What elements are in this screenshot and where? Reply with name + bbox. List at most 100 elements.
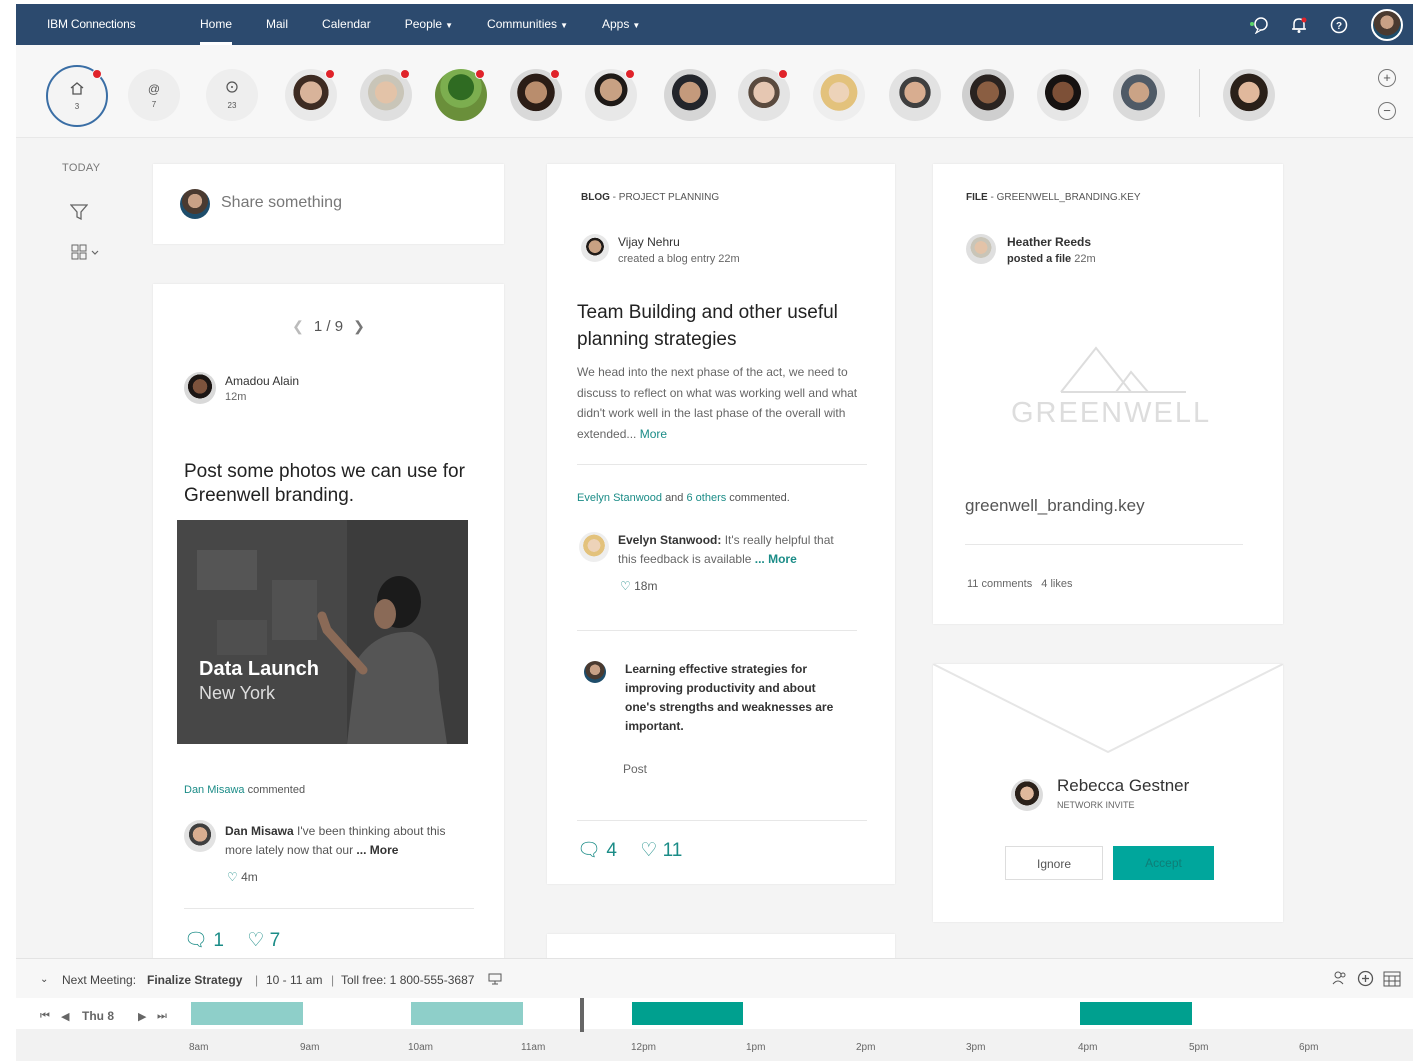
divider — [577, 820, 867, 821]
zoom-out-icon[interactable]: − — [1378, 102, 1396, 120]
more-link[interactable]: More — [640, 427, 667, 441]
mentions-tile[interactable]: @ 7 — [128, 69, 180, 121]
share-input[interactable]: Share something — [221, 194, 342, 212]
commenter-avatar[interactable] — [184, 820, 216, 852]
post-meta: created a blog entry 22m — [618, 253, 740, 265]
accept-button[interactable]: Accept — [1113, 846, 1214, 880]
comment-icon[interactable]: 🗨︎ — [577, 840, 601, 861]
chevron-down-icon[interactable]: ⌄ — [40, 974, 48, 985]
last-day-icon[interactable]: ⏭︎ — [157, 1010, 167, 1023]
next-arrow-icon[interactable]: ❯ — [353, 318, 365, 334]
next-day-icon[interactable]: ▶︎ — [138, 1010, 146, 1023]
author-name[interactable]: Heather Reeds — [1007, 235, 1091, 249]
person-avatar[interactable] — [889, 69, 941, 121]
notification-dot — [325, 69, 335, 79]
bell-icon[interactable] — [1289, 15, 1309, 35]
commenter-avatar[interactable] — [579, 532, 609, 562]
author-avatar[interactable] — [581, 234, 609, 262]
grid-view-icon[interactable] — [71, 244, 101, 263]
person-avatar[interactable] — [435, 69, 487, 121]
logo-text: GREENWELL — [1011, 397, 1212, 429]
comment-activity: Dan Misawa commented — [184, 784, 306, 796]
person-avatar[interactable] — [1223, 69, 1275, 121]
busy-slot[interactable] — [191, 1002, 303, 1025]
commenter-link[interactable]: Dan Misawa — [184, 784, 245, 796]
toll-free: Toll free: 1 800-555-3687 — [341, 973, 475, 987]
meeting-slot[interactable] — [1080, 1002, 1192, 1025]
person-avatar[interactable] — [813, 69, 865, 121]
reply-text[interactable]: Learning effective strategies for improv… — [625, 660, 835, 736]
prev-day-icon[interactable]: ◀︎ — [61, 1010, 69, 1023]
chevron-down-icon: ▼ — [632, 21, 641, 30]
more-link[interactable]: ... More — [755, 552, 797, 566]
inviter-name[interactable]: Rebecca Gestner — [1057, 776, 1189, 796]
main-nav: Home Mail Calendar People ▼ Communities ▼ … — [200, 4, 674, 45]
add-event-icon[interactable] — [1357, 970, 1374, 990]
user-avatar — [180, 189, 210, 219]
blog-title[interactable]: Team Building and other useful planning … — [577, 299, 867, 353]
file-preview[interactable]: GREENWELL — [1011, 344, 1211, 434]
post-button[interactable]: Post — [623, 762, 647, 776]
comment-like[interactable]: ♡ 4m — [227, 870, 258, 884]
person-avatar[interactable] — [962, 69, 1014, 121]
nav-apps[interactable]: Apps ▼ — [602, 4, 640, 45]
calendar-grid-icon[interactable] — [1383, 971, 1401, 990]
author-name[interactable]: Vijay Nehru — [618, 235, 680, 249]
person-avatar[interactable] — [510, 69, 562, 121]
person-avatar[interactable] — [360, 69, 412, 121]
person-avatar[interactable] — [285, 69, 337, 121]
person-avatar[interactable] — [585, 69, 637, 121]
ignore-button[interactable]: Ignore — [1005, 846, 1103, 880]
home-tile[interactable]: 3 — [46, 65, 108, 127]
nav-mail[interactable]: Mail — [266, 4, 288, 45]
nav-home[interactable]: Home — [200, 4, 233, 45]
author-avatar[interactable] — [184, 372, 216, 404]
person-avatar[interactable] — [664, 69, 716, 121]
comment-body: Dan Misawa I've been thinking about this… — [225, 824, 446, 857]
nav-people[interactable]: People ▼ — [405, 4, 453, 45]
screen-share-icon[interactable] — [488, 973, 502, 988]
chats-tile[interactable]: 23 — [206, 69, 258, 121]
filter-icon[interactable] — [69, 204, 89, 225]
zoom-in-icon[interactable]: + — [1378, 69, 1396, 87]
comment-count: 4 — [606, 840, 617, 861]
meeting-link[interactable]: Finalize Strategy — [147, 973, 242, 987]
photo-image — [177, 520, 468, 744]
photo-subtitle: New York — [199, 683, 276, 703]
notification-dot — [400, 69, 410, 79]
comment-icon[interactable]: 🗨︎ — [184, 930, 208, 951]
heart-icon[interactable]: ♡ — [247, 930, 264, 951]
next-meeting-label: Next Meeting: — [62, 973, 137, 987]
author-avatar[interactable] — [966, 234, 996, 264]
meeting-slot[interactable] — [632, 1002, 743, 1025]
busy-slot[interactable] — [411, 1002, 523, 1025]
file-name[interactable]: greenwell_branding.key — [965, 496, 1145, 516]
comment-like[interactable]: ♡ 18m — [620, 579, 657, 593]
chat-status-icon[interactable] — [1249, 15, 1269, 35]
more-link[interactable]: ... More — [356, 843, 398, 857]
prev-arrow-icon[interactable]: ❮ — [292, 318, 304, 334]
nav-communities[interactable]: Communities ▼ — [487, 4, 568, 45]
user-avatar — [584, 661, 606, 683]
separator: | — [255, 973, 259, 987]
first-day-icon[interactable]: ⏮︎ — [40, 1010, 50, 1023]
inviter-avatar[interactable] — [1011, 779, 1043, 811]
person-avatar[interactable] — [1037, 69, 1089, 121]
help-icon[interactable]: ? — [1329, 15, 1349, 35]
heart-icon[interactable]: ♡ — [640, 840, 657, 861]
author-name[interactable]: Amadou Alain — [225, 374, 299, 388]
divider — [577, 630, 857, 631]
post-photo[interactable]: Data Launch New York — [177, 520, 468, 744]
person-avatar[interactable] — [1113, 69, 1165, 121]
hour-label: 9am — [300, 1042, 320, 1053]
nav-calendar[interactable]: Calendar — [322, 4, 371, 45]
envelope-icon — [933, 664, 1283, 754]
user-avatar[interactable] — [1371, 8, 1403, 41]
share-box[interactable]: Share something — [153, 164, 504, 244]
brand-label[interactable]: IBM Connections — [47, 17, 136, 31]
current-day[interactable]: Thu 8 — [82, 1009, 114, 1023]
person-avatar[interactable] — [738, 69, 790, 121]
people-icon[interactable] — [1332, 970, 1348, 989]
separator: | — [331, 973, 335, 987]
svg-text:?: ? — [1336, 21, 1342, 32]
